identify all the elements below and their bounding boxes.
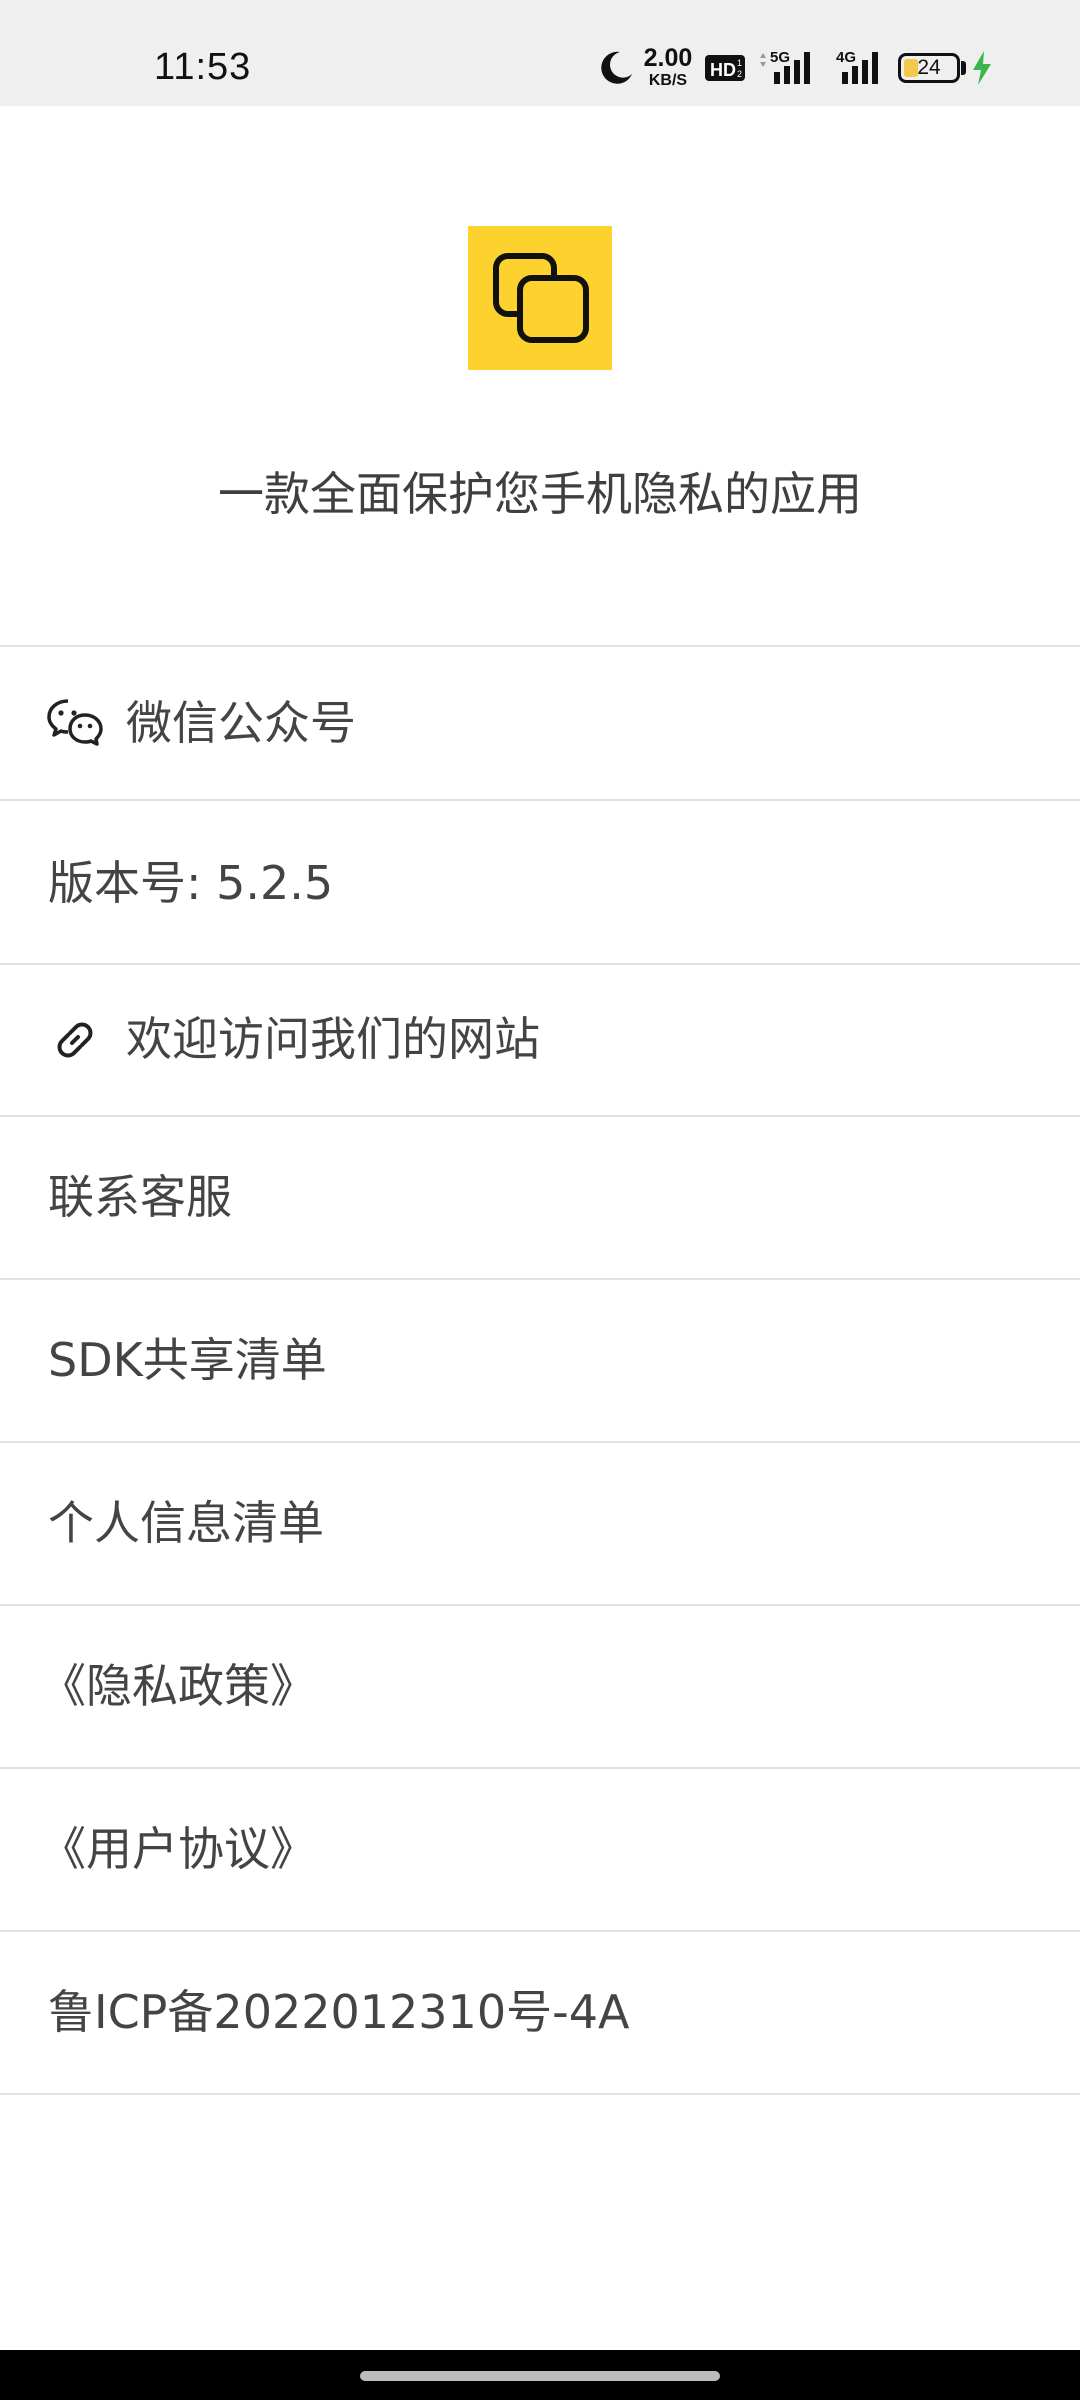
menu-item-version: 版本号: 5.2.5	[0, 799, 1080, 963]
battery-level: 24	[917, 56, 941, 79]
menu-item-label: 联系客服	[48, 1170, 232, 1224]
hd-icon: HD 1 2	[705, 55, 745, 81]
signal-5g-icon: 5G	[760, 49, 810, 84]
menu-item-wechat-official-account[interactable]: 微信公众号	[0, 645, 1080, 799]
menu-item-icp-record[interactable]: 鲁ICP备2022012310号-4A	[0, 1930, 1080, 2095]
status-bar: 11:53 2.00 KB/S HD 1 2 5G 4G 24	[0, 0, 1080, 106]
copy-icon	[493, 253, 589, 343]
status-time: 11:53	[154, 46, 252, 88]
menu-item-label: SDK共享清单	[48, 1333, 327, 1387]
network-speed: 2.00 KB/S	[638, 46, 698, 89]
navigation-bar	[0, 2350, 1080, 2400]
network-1-label: 5G	[770, 49, 790, 66]
menu-item-personal-info-list[interactable]: 个人信息清单	[0, 1441, 1080, 1604]
home-indicator[interactable]	[360, 2371, 720, 2381]
menu-item-label: 《用户协议》	[40, 1822, 316, 1876]
menu-item-label: 个人信息清单	[48, 1496, 324, 1550]
network-2-label: 4G	[836, 49, 856, 66]
menu-item-label: 微信公众号	[126, 696, 356, 750]
menu-item-label: 版本号: 5.2.5	[48, 856, 334, 910]
network-speed-unit: KB/S	[648, 72, 688, 89]
signal-4g-icon: 4G	[836, 49, 878, 84]
battery-icon: 24	[898, 53, 960, 83]
battery-tip	[961, 61, 966, 75]
menu-item-customer-service[interactable]: 联系客服	[0, 1115, 1080, 1278]
menu-item-label: 《隐私政策》	[40, 1659, 316, 1713]
menu-item-label: 欢迎访问我们的网站	[126, 1012, 540, 1066]
menu-item-user-agreement[interactable]: 《用户协议》	[0, 1767, 1080, 1930]
charging-bolt-icon	[973, 51, 991, 85]
menu-item-label: 鲁ICP备2022012310号-4A	[48, 1985, 630, 2039]
wechat-icon	[47, 699, 103, 746]
link-icon	[57, 1022, 93, 1058]
svg-text:1: 1	[737, 58, 742, 68]
app-logo	[468, 226, 612, 370]
menu-item-website[interactable]: 欢迎访问我们的网站	[0, 963, 1080, 1115]
app-tagline: 一款全面保护您手机隐私的应用	[218, 467, 862, 521]
menu-item-sdk-sharing-list[interactable]: SDK共享清单	[0, 1278, 1080, 1441]
svg-text:2: 2	[737, 69, 742, 79]
hd-label: HD	[710, 60, 736, 80]
network-speed-value: 2.00	[643, 44, 693, 72]
moon-icon	[601, 51, 632, 84]
menu-item-privacy-policy[interactable]: 《隐私政策》	[0, 1604, 1080, 1767]
